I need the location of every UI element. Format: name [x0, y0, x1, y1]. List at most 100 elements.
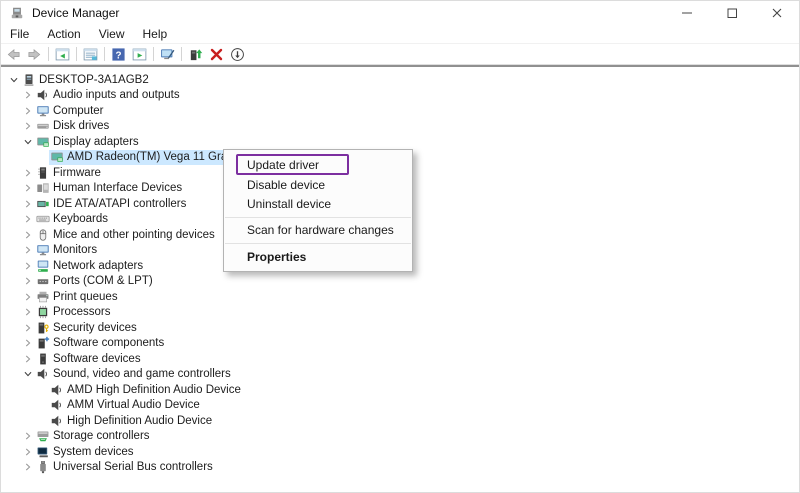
maximize-button[interactable] [709, 1, 754, 24]
device-row-content[interactable]: Display adapters [35, 134, 142, 149]
context-menu-separator [225, 243, 411, 244]
device-row-content[interactable]: DESKTOP-3A1AGB2 [21, 72, 152, 87]
security-device-icon [36, 321, 50, 335]
device-row-content[interactable]: Software devices [35, 351, 144, 366]
tree-row-universal-serial-bus-controllers[interactable]: Universal Serial Bus controllers [1, 460, 799, 476]
remote-computer-button[interactable] [157, 45, 178, 63]
chevron-right-icon[interactable] [21, 305, 35, 319]
device-row-content[interactable]: Ports (COM & LPT) [35, 274, 156, 289]
tree-row-audio-inputs-and-outputs[interactable]: Audio inputs and outputs [1, 88, 799, 104]
device-row-content[interactable]: Sound, video and game controllers [35, 367, 234, 382]
tree-row-desktop-3a1agb2[interactable]: DESKTOP-3A1AGB2 [1, 72, 799, 88]
action-pane-button[interactable] [129, 45, 150, 63]
device-row-content[interactable]: Universal Serial Bus controllers [35, 460, 216, 475]
display-adapter-icon [36, 135, 50, 149]
context-menu-item-uninstall-device[interactable]: Uninstall device [224, 195, 412, 214]
speaker-icon [50, 414, 64, 428]
chevron-right-icon[interactable] [21, 181, 35, 195]
device-label: Network adapters [53, 260, 143, 272]
menu-help[interactable]: Help [134, 24, 177, 43]
chevron-down-icon[interactable] [21, 367, 35, 381]
device-row-content[interactable]: System devices [35, 444, 137, 459]
tree-row-processors[interactable]: Processors [1, 305, 799, 321]
context-menu-item-update-driver[interactable]: Update driver [224, 154, 412, 176]
tree-row-computer[interactable]: Computer [1, 103, 799, 119]
tree-row-storage-controllers[interactable]: Storage controllers [1, 429, 799, 445]
device-row-content[interactable]: Mice and other pointing devices [35, 227, 218, 242]
device-row-content[interactable]: Computer [35, 103, 107, 118]
close-button[interactable] [754, 1, 799, 24]
device-label: AMD Radeon(TM) Vega 11 Graphi [67, 151, 243, 163]
chevron-right-icon[interactable] [21, 336, 35, 350]
help-button[interactable]: ? [108, 45, 129, 63]
device-row-content[interactable]: Human Interface Devices [35, 181, 185, 196]
chevron-down-icon[interactable] [7, 73, 21, 87]
device-row-content[interactable]: Firmware [35, 165, 104, 180]
tree-row-software-devices[interactable]: Software devices [1, 351, 799, 367]
chevron-right-icon[interactable] [21, 274, 35, 288]
tree-row-display-adapters[interactable]: Display adapters [1, 134, 799, 150]
device-row-content[interactable]: High Definition Audio Device [49, 413, 215, 428]
menu-action[interactable]: Action [38, 24, 89, 43]
window-controls [664, 1, 799, 24]
toolbar-separator [153, 47, 154, 61]
context-menu-item-disable-device[interactable]: Disable device [224, 176, 412, 195]
tree-row-security-devices[interactable]: Security devices [1, 320, 799, 336]
chevron-right-icon[interactable] [21, 445, 35, 459]
tree-row-amm-virtual-audio-device[interactable]: AMM Virtual Audio Device [1, 398, 799, 414]
device-row-content[interactable]: AMM Virtual Audio Device [49, 398, 203, 413]
tree-row-amd-high-definition-audio-device[interactable]: AMD High Definition Audio Device [1, 382, 799, 398]
console-tree-button[interactable] [52, 45, 73, 63]
device-row-content[interactable]: Network adapters [35, 258, 146, 273]
tree-row-high-definition-audio-device[interactable]: High Definition Audio Device [1, 413, 799, 429]
chevron-right-icon[interactable] [21, 352, 35, 366]
tree-row-disk-drives[interactable]: Disk drives [1, 119, 799, 135]
device-row-content[interactable]: AMD High Definition Audio Device [49, 382, 244, 397]
device-row-content[interactable]: Monitors [35, 243, 100, 258]
minimize-button[interactable] [664, 1, 709, 24]
menu-view[interactable]: View [90, 24, 134, 43]
device-row-content[interactable]: Audio inputs and outputs [35, 88, 183, 103]
device-label: Security devices [53, 322, 137, 334]
device-row-content[interactable]: Security devices [35, 320, 140, 335]
device-row-content[interactable]: IDE ATA/ATAPI controllers [35, 196, 189, 211]
chevron-right-icon[interactable] [21, 460, 35, 474]
chevron-right-icon[interactable] [21, 259, 35, 273]
chevron-right-icon[interactable] [21, 104, 35, 118]
tree-row-system-devices[interactable]: System devices [1, 444, 799, 460]
device-label: System devices [53, 446, 134, 458]
scan-hardware-button[interactable] [227, 45, 248, 63]
update-driver-button[interactable] [185, 45, 206, 63]
context-menu-item-scan-for-hardware-changes[interactable]: Scan for hardware changes [224, 221, 412, 240]
export-list-button[interactable] [80, 45, 101, 63]
chevron-right-icon[interactable] [21, 166, 35, 180]
device-row-content[interactable]: Keyboards [35, 212, 111, 227]
chevron-right-icon[interactable] [21, 321, 35, 335]
chevron-right-icon[interactable] [21, 429, 35, 443]
selected-device-row[interactable]: AMD Radeon(TM) Vega 11 Graphi [49, 150, 246, 165]
chevron-right-icon[interactable] [21, 290, 35, 304]
chevron-right-icon[interactable] [21, 243, 35, 257]
tree-row-sound-video-and-game-controllers[interactable]: Sound, video and game controllers [1, 367, 799, 383]
back-arrow-button[interactable] [3, 45, 24, 63]
forward-arrow-button[interactable] [24, 45, 45, 63]
toolbar-separator [104, 47, 105, 61]
chevron-right-icon[interactable] [21, 212, 35, 226]
minimize-icon [679, 5, 695, 21]
chevron-down-icon[interactable] [21, 135, 35, 149]
tree-row-print-queues[interactable]: Print queues [1, 289, 799, 305]
chevron-right-icon[interactable] [21, 88, 35, 102]
context-menu-item-properties[interactable]: Properties [224, 247, 412, 268]
device-row-content[interactable]: Storage controllers [35, 429, 153, 444]
device-row-content[interactable]: Software components [35, 336, 167, 351]
chevron-right-icon[interactable] [21, 119, 35, 133]
tree-row-software-components[interactable]: Software components [1, 336, 799, 352]
chevron-right-icon[interactable] [21, 197, 35, 211]
menu-file[interactable]: File [1, 24, 38, 43]
device-row-content[interactable]: Print queues [35, 289, 121, 304]
uninstall-device-button[interactable] [206, 45, 227, 63]
device-row-content[interactable]: Disk drives [35, 119, 112, 134]
device-row-content[interactable]: Processors [35, 305, 114, 320]
chevron-right-icon[interactable] [21, 228, 35, 242]
tree-row-ports-com-lpt[interactable]: Ports (COM & LPT) [1, 274, 799, 290]
